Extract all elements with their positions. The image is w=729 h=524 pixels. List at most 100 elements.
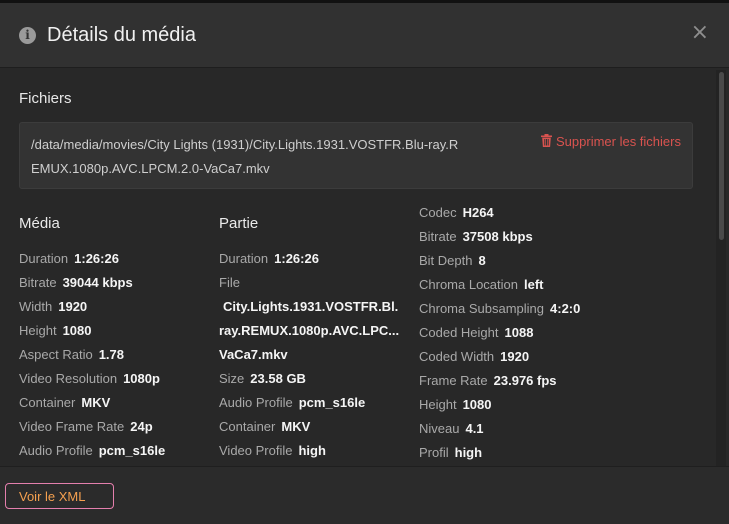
part-file-value: City.Lights.1931.VOSTFR.Bl...	[223, 299, 399, 314]
media-row: Height 1080	[19, 319, 209, 343]
part-file-value: VaCa7.mkv	[219, 347, 288, 362]
media-row: Duration 1:26:26	[19, 247, 209, 271]
dialog-title: Détails du média	[47, 24, 196, 46]
media-row: Bitrate 39044 kbps	[19, 271, 209, 295]
stream-row: Chroma Subsampling 4:2:0	[419, 297, 709, 321]
stream-value: high	[454, 445, 483, 460]
media-value: pcm_s16le	[98, 443, 166, 458]
stream-value: H264	[462, 205, 494, 220]
part-title: Partie	[219, 215, 259, 232]
stream-row: Height 1080	[419, 393, 709, 417]
stream-key: Codec	[419, 205, 457, 220]
media-key: Bitrate	[19, 275, 57, 290]
media-title: Média	[19, 215, 60, 232]
media-key: Container	[19, 395, 76, 410]
part-value: 1:26:26	[274, 251, 319, 266]
media-value: 1.78	[98, 347, 125, 362]
part-row: Duration 1:26:26	[219, 247, 399, 271]
media-row: Aspect Ratio 1.78	[19, 343, 209, 367]
media-row: Width 1920	[19, 295, 209, 319]
part-row: Audio Profile pcm_s16le	[219, 391, 399, 415]
stream-row: Profil high	[419, 441, 709, 465]
stream-value: 4.1	[465, 421, 484, 436]
part-value: MKV	[281, 419, 311, 434]
part-file-value: ray.REMUX.1080p.AVC.LPC...	[219, 323, 399, 338]
stream-column: Codec H264 Bitrate 37508 kbps Bit Depth 8 C…	[419, 201, 709, 465]
stream-key: Coded Height	[419, 325, 499, 340]
media-key: Audio Profile	[19, 443, 93, 458]
stream-row: Bit Depth 8	[419, 249, 709, 273]
dialog-body[interactable]: Fichiers /data/media/movies/City Lights …	[0, 68, 729, 466]
part-row: Size 23.58 GB	[219, 367, 399, 391]
stream-key: Bit Depth	[419, 253, 473, 268]
stream-key: Niveau	[419, 421, 460, 436]
part-key: Video Profile	[219, 443, 293, 458]
part-file-line: City.Lights.1931.VOSTFR.Bl...	[219, 295, 399, 319]
stream-value: 4:2:0	[550, 301, 581, 316]
stream-key: Height	[419, 397, 457, 412]
media-value: 39044 kbps	[62, 275, 133, 290]
stream-key: Chroma Subsampling	[419, 301, 545, 316]
media-key: Height	[19, 323, 57, 338]
part-file-line: ray.REMUX.1080p.AVC.LPC...	[219, 319, 399, 343]
view-xml-button[interactable]: Voir le XML	[5, 483, 114, 509]
media-value: 1080	[62, 323, 92, 338]
file-path: /data/media/movies/City Lights (1931)/Ci…	[31, 137, 459, 176]
media-key: Video Frame Rate	[19, 419, 125, 434]
media-value: 1:26:26	[74, 251, 119, 266]
delete-files-label: Supprimer les fichiers	[556, 134, 681, 149]
media-key: Width	[19, 299, 53, 314]
part-file-line: VaCa7.mkv	[219, 343, 399, 367]
stream-row: Bitrate 37508 kbps	[419, 225, 709, 249]
part-key: Size	[219, 371, 245, 386]
scrollbar[interactable]	[716, 70, 726, 466]
delete-files-button[interactable]: Supprimer les fichiers	[541, 134, 681, 150]
stream-row: Coded Height 1088	[419, 321, 709, 345]
stream-value: 1080	[462, 397, 492, 412]
part-row: File	[219, 271, 399, 295]
stream-value: left	[524, 277, 544, 292]
stream-value: 8	[478, 253, 486, 268]
media-row: Video Frame Rate 24p	[19, 415, 209, 439]
scrollbar-thumb[interactable]	[719, 72, 724, 240]
media-key: Aspect Ratio	[19, 347, 93, 362]
stream-row: Chroma Location left	[419, 273, 709, 297]
part-key: Audio Profile	[219, 395, 293, 410]
part-value: high	[298, 443, 326, 458]
stream-key: Profil	[419, 445, 449, 460]
part-value: 23.58 GB	[250, 371, 306, 386]
file-box: /data/media/movies/City Lights (1931)/Ci…	[19, 122, 693, 189]
stream-value: 23.976 fps	[493, 373, 557, 388]
stream-value: 1088	[504, 325, 534, 340]
media-row: Container MKV	[19, 391, 209, 415]
part-key: Duration	[219, 251, 269, 266]
media-row: Audio Profile pcm_s16le	[19, 439, 209, 463]
media-key: Duration	[19, 251, 69, 266]
close-icon[interactable]: ×	[691, 20, 709, 45]
part-row: Video Profile high	[219, 439, 399, 463]
stream-row: Frame Rate 23.976 fps	[419, 369, 709, 393]
media-value: MKV	[81, 395, 111, 410]
media-value: 1080p	[123, 371, 160, 386]
media-column: Média Duration 1:26:26 Bitrate 39044 kbps …	[19, 199, 209, 463]
part-value: pcm_s16le	[298, 395, 366, 410]
part-key: Container	[219, 419, 276, 434]
stream-key: Chroma Location	[419, 277, 518, 292]
stream-value: 1920	[500, 349, 530, 364]
info-icon: i	[19, 27, 36, 44]
media-key: Video Resolution	[19, 371, 118, 386]
stream-key: Bitrate	[419, 229, 457, 244]
dialog-footer: Voir le XML	[0, 466, 729, 524]
stream-key: Coded Width	[419, 349, 495, 364]
trash-icon	[541, 134, 552, 150]
stream-value: 37508 kbps	[462, 229, 533, 244]
stream-row: Codec H264	[419, 201, 709, 225]
part-row: Container MKV	[219, 415, 399, 439]
media-value: 24p	[130, 419, 153, 434]
files-section-title: Fichiers	[19, 90, 72, 107]
dialog-header: i Détails du média ×	[0, 3, 729, 68]
stream-row: Coded Width 1920	[419, 345, 709, 369]
stream-row: Niveau 4.1	[419, 417, 709, 441]
part-key: File	[219, 275, 240, 290]
stream-key: Frame Rate	[419, 373, 488, 388]
